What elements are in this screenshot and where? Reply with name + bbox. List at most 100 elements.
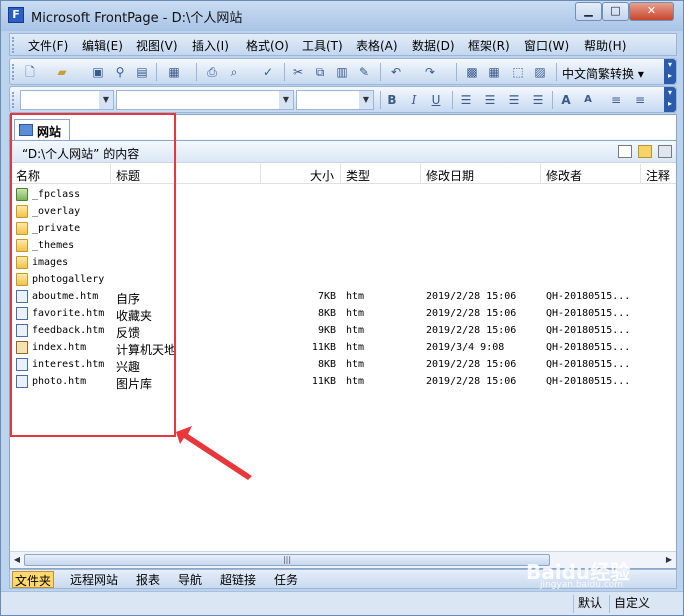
column-size[interactable]: 大小 (310, 167, 334, 184)
file-modified: 2019/2/28 15:06 (426, 308, 517, 319)
view-remote-site[interactable]: 远程网站 (68, 571, 120, 588)
column-type[interactable]: 类型 (346, 167, 370, 184)
picture-icon[interactable]: ▨ (532, 64, 548, 80)
spelling-icon[interactable]: ✓ (260, 64, 276, 80)
toolbar-grip-handle[interactable] (12, 64, 16, 80)
align-right-icon[interactable]: ☰ (506, 92, 522, 108)
menu-bar: 文件(F) 编辑(E) 视图(V) 插入(I) 格式(O) 工具(T) 表格(A… (9, 33, 677, 56)
redo-icon[interactable]: ↷ (422, 64, 438, 80)
search-icon[interactable]: ⚲ (112, 64, 128, 80)
formatting-toolbar: ▼ ▼ ▼ B I U ☰ ☰ ☰ ☰ A A ≡ ≡ ▾ ▸ (9, 86, 677, 113)
column-divider[interactable] (420, 164, 421, 184)
open-folder-icon[interactable]: ▰ (54, 64, 70, 80)
column-divider[interactable] (260, 164, 261, 184)
increase-font-icon[interactable]: A (558, 92, 574, 108)
file-modified-by: QH-20180515... (546, 291, 631, 302)
view-folders[interactable]: 文件夹 (12, 571, 55, 588)
font-size-select[interactable]: ▼ (296, 90, 374, 110)
menu-file[interactable]: 文件(F) (28, 37, 68, 54)
file-size: 11KB (311, 376, 336, 387)
column-comments[interactable]: 注释 (646, 167, 670, 184)
frontpage-logo-icon: F (8, 7, 24, 23)
file-modified-by: QH-20180515... (546, 325, 631, 336)
layout-icon[interactable]: ▦ (166, 64, 182, 80)
menu-help[interactable]: 帮助(H) (584, 37, 626, 54)
column-divider[interactable] (340, 164, 341, 184)
menu-format[interactable]: 格式(O) (246, 37, 289, 54)
toolbar-separator (380, 91, 381, 109)
align-center-icon[interactable]: ☰ (482, 92, 498, 108)
new-folder-icon[interactable] (638, 145, 652, 158)
file-type: htm (346, 325, 365, 336)
toolbar-options-icon[interactable]: ▾ ▸ (664, 87, 676, 112)
column-modified[interactable]: 修改日期 (426, 167, 474, 184)
toolbar-options-icon[interactable]: ▾ ▸ (664, 59, 676, 84)
underline-icon[interactable]: U (428, 92, 444, 108)
toolbar-separator (556, 63, 557, 81)
view-reports[interactable]: 报表 (134, 571, 162, 588)
file-type: htm (346, 291, 365, 302)
justify-icon[interactable]: ☰ (530, 92, 546, 108)
layer-icon[interactable]: ⬚ (510, 64, 526, 80)
toolbar-separator (552, 91, 553, 109)
up-folder-icon[interactable] (658, 145, 672, 158)
italic-icon[interactable]: I (406, 92, 422, 108)
chinese-conversion-button[interactable]: 中文简繁转换 ▾ (562, 65, 644, 82)
file-modified-by: QH-20180515... (546, 342, 631, 353)
decrease-font-icon[interactable]: A (580, 92, 596, 108)
toolbar-grip-handle[interactable] (12, 92, 16, 108)
print-preview-icon[interactable]: ⌕ (226, 64, 242, 80)
numbered-list-icon[interactable]: ≡ (608, 92, 624, 108)
column-divider[interactable] (540, 164, 541, 184)
watermark-url: jingyan.baidu.com (540, 580, 624, 590)
undo-icon[interactable]: ↶ (388, 64, 404, 80)
web-component-icon[interactable]: ▩ (464, 64, 480, 80)
status-default[interactable]: 默认 (573, 595, 609, 613)
scrollbar-thumb[interactable]: ||| (24, 554, 550, 566)
save-icon[interactable]: ▣ (90, 64, 106, 80)
standard-toolbar: 🗋 ▰ ▣ ⚲ ▤ ▦ ⎙ ⌕ ✓ ✂ ⧉ ▥ ✎ ↶ ↷ ▩ ▦ ⬚ ▨ 中文… (9, 58, 677, 85)
toolbar-separator (284, 63, 285, 81)
menu-insert[interactable]: 插入(I) (192, 37, 229, 54)
column-divider[interactable] (640, 164, 641, 184)
file-modified-by: QH-20180515... (546, 376, 631, 387)
font-select[interactable]: ▼ (116, 90, 294, 110)
view-hyperlinks[interactable]: 超链接 (218, 571, 258, 588)
menu-edit[interactable]: 编辑(E) (82, 37, 123, 54)
view-navigation[interactable]: 导航 (176, 571, 204, 588)
menu-data[interactable]: 数据(D) (412, 37, 455, 54)
maximize-button[interactable]: □ (602, 2, 629, 21)
align-left-icon[interactable]: ☰ (458, 92, 474, 108)
file-modified-by: QH-20180515... (546, 308, 631, 319)
file-size: 11KB (311, 342, 336, 353)
new-page-icon[interactable] (618, 145, 632, 158)
print-icon[interactable]: ⎙ (204, 64, 220, 80)
format-painter-icon[interactable]: ✎ (356, 64, 372, 80)
menu-window[interactable]: 窗口(W) (524, 37, 569, 54)
menu-grip-handle[interactable] (12, 37, 16, 53)
menu-table[interactable]: 表格(A) (356, 37, 398, 54)
copy-icon[interactable]: ⧉ (312, 64, 328, 80)
status-bar: 默认 自定义 (1, 591, 683, 615)
menu-frames[interactable]: 框架(R) (468, 37, 510, 54)
title-bar[interactable]: F Microsoft FrontPage - D:\个人网站 ▁ □ ✕ (1, 1, 683, 31)
minimize-button[interactable]: ▁ (575, 2, 602, 21)
paste-icon[interactable]: ▥ (334, 64, 350, 80)
view-tasks[interactable]: 任务 (272, 571, 300, 588)
cut-icon[interactable]: ✂ (290, 64, 306, 80)
close-button[interactable]: ✕ (629, 2, 674, 21)
style-select[interactable]: ▼ (20, 90, 114, 110)
menu-view[interactable]: 视图(V) (136, 37, 178, 54)
menu-tools[interactable]: 工具(T) (302, 37, 343, 54)
insert-table-icon[interactable]: ▦ (486, 64, 502, 80)
status-custom[interactable]: 自定义 (609, 595, 659, 613)
bulleted-list-icon[interactable]: ≡ (632, 92, 648, 108)
publish-icon[interactable]: ▤ (134, 64, 150, 80)
new-page-icon[interactable]: 🗋 (22, 64, 38, 80)
bold-icon[interactable]: B (384, 92, 400, 108)
toolbar-separator (456, 63, 457, 81)
file-type: htm (346, 359, 365, 370)
scroll-left-icon[interactable]: ◀ (11, 554, 23, 566)
column-modified-by[interactable]: 修改者 (546, 167, 582, 184)
scroll-right-icon[interactable]: ▶ (663, 554, 675, 566)
